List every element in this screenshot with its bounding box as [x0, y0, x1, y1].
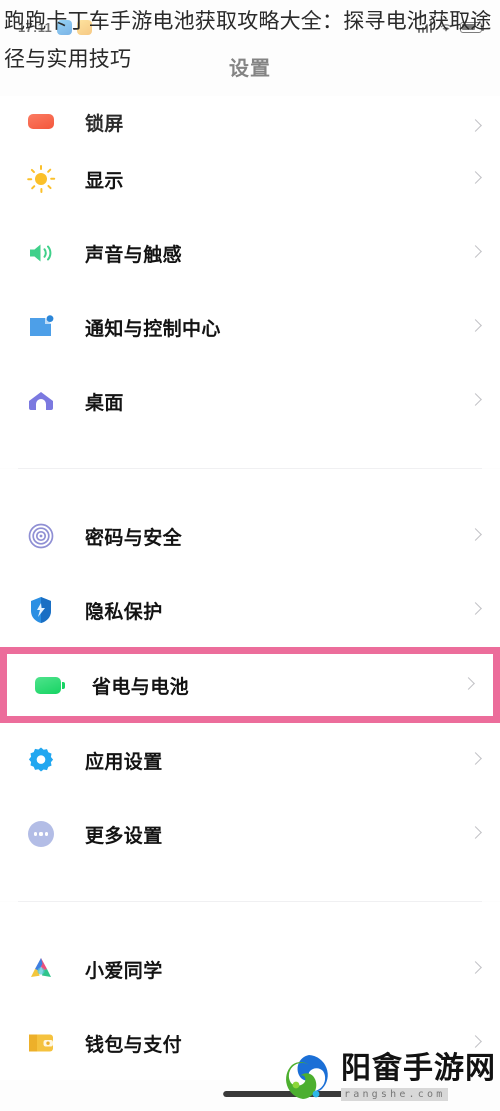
- chevron-right-icon: [471, 244, 482, 262]
- settings-row-label: 隐私保护: [85, 601, 163, 623]
- group-gap: [0, 902, 500, 932]
- settings-row-sound[interactable]: 声音与触感: [0, 216, 500, 290]
- group-gap: [0, 438, 500, 468]
- settings-row-label: 省电与电池: [92, 676, 190, 698]
- status-bar-left: 17:11: [18, 19, 93, 35]
- settings-row-label: 密码与安全: [85, 527, 183, 549]
- watermark-url: rangshe.com: [341, 1087, 449, 1101]
- settings-group-security: 密码与安全 隐私保护 省电与电池 应用设置 更多设置: [0, 499, 500, 871]
- status-bar-right: [417, 21, 485, 33]
- wallet-icon: [26, 1028, 56, 1058]
- settings-row-display[interactable]: 显示: [0, 142, 500, 216]
- more-settings-icon: [26, 819, 56, 849]
- notification-icon: [26, 312, 56, 342]
- watermark-text: 阳畲手游网 rangshe.com: [341, 1050, 496, 1101]
- site-watermark: 阳畲手游网 rangshe.com: [279, 1049, 496, 1105]
- settings-row-label: 显示: [85, 170, 124, 192]
- settings-row-password-security[interactable]: 密码与安全: [0, 499, 500, 573]
- home-screen-icon: [26, 386, 56, 416]
- app-icon-amber: [77, 19, 93, 35]
- settings-row-xiaoai[interactable]: 小爱同学: [0, 932, 500, 1006]
- watermark-logo-icon: [286, 1055, 328, 1099]
- signal-icon: [417, 21, 432, 33]
- watermark-site-name: 阳畲手游网: [341, 1050, 496, 1086]
- xiaoai-assistant-icon: [26, 954, 56, 984]
- phone-screenshot: 17:11 设置 锁屏 显示 声音与触感 通知与控制中心 桌面 密码与安全 隐私…: [0, 0, 500, 1111]
- chevron-right-icon: [471, 960, 482, 978]
- chevron-right-icon: [471, 825, 482, 843]
- chevron-right-icon: [471, 318, 482, 336]
- settings-row-lock-screen[interactable]: 锁屏: [0, 96, 500, 142]
- settings-list: 锁屏 显示 声音与触感 通知与控制中心 桌面 密码与安全 隐私保护 省电与电池 …: [0, 96, 500, 1080]
- lock-screen-icon: [26, 106, 56, 136]
- status-bar-clock: 17:11: [18, 19, 53, 35]
- app-settings-gear-icon: [26, 745, 56, 775]
- status-bar: 17:11: [0, 14, 500, 40]
- fingerprint-icon: [26, 521, 56, 551]
- settings-row-notifications[interactable]: 通知与控制中心: [0, 290, 500, 364]
- chevron-right-icon: [464, 676, 475, 694]
- settings-group-display: 锁屏 显示 声音与触感 通知与控制中心 桌面: [0, 96, 500, 438]
- battery-icon: [460, 21, 485, 33]
- display-sun-icon: [26, 164, 56, 194]
- settings-row-label: 应用设置: [85, 751, 163, 773]
- battery-saver-icon: [33, 670, 65, 700]
- chevron-right-icon: [471, 751, 482, 769]
- page-title: 设置: [229, 58, 271, 80]
- settings-row-label: 声音与触感: [85, 244, 183, 266]
- settings-row-app-settings[interactable]: 应用设置: [0, 723, 500, 797]
- group-gap: [0, 871, 500, 901]
- chevron-right-icon: [471, 392, 482, 410]
- settings-row-label: 通知与控制中心: [85, 318, 221, 340]
- sound-speaker-icon: [26, 238, 56, 268]
- chevron-right-icon: [471, 170, 482, 188]
- privacy-shield-icon: [26, 595, 56, 625]
- settings-row-label: 桌面: [85, 392, 124, 414]
- settings-row-more-settings[interactable]: 更多设置: [0, 797, 500, 871]
- settings-row-home-screen[interactable]: 桌面: [0, 364, 500, 438]
- settings-row-battery[interactable]: 省电与电池: [7, 654, 493, 716]
- chevron-right-icon: [471, 118, 482, 136]
- settings-row-label: 锁屏: [85, 114, 124, 135]
- highlight-annotation-box: 省电与电池: [0, 647, 500, 723]
- chevron-right-icon: [471, 527, 482, 545]
- group-gap: [0, 469, 500, 499]
- settings-row-label: 更多设置: [85, 825, 163, 847]
- chevron-right-icon: [471, 601, 482, 619]
- app-icon-blue: [57, 19, 73, 35]
- settings-row-label: 小爱同学: [85, 960, 163, 982]
- wifi-icon: [440, 24, 452, 32]
- settings-row-privacy[interactable]: 隐私保护: [0, 573, 500, 647]
